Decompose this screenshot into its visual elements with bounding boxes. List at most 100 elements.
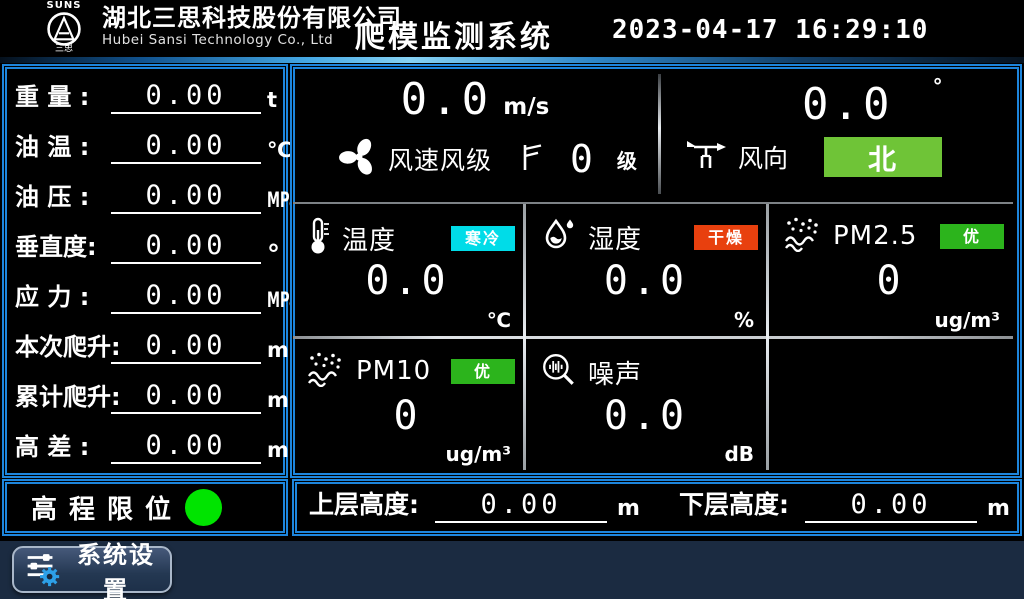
row-value: 0.00 xyxy=(111,430,261,464)
wind-direction-readout: 0.0 ° xyxy=(802,74,943,130)
row-unit: m xyxy=(267,338,289,362)
lower-height-unit: m xyxy=(987,496,1010,521)
company-logo: SUNS 三思 xyxy=(28,1,100,57)
humidity-status-badge: 干燥 xyxy=(694,225,758,250)
temperature-status-badge: 寒冷 xyxy=(451,226,515,251)
wind-speed-readout: 0.0 m/s xyxy=(292,74,658,125)
row-oil-temp: 油 温 : 0.00 ℃ xyxy=(11,121,279,171)
wind-direction-label: 风向 xyxy=(738,139,788,175)
thermometer-icon xyxy=(306,216,332,260)
noise-label: 噪声 xyxy=(588,354,642,391)
wind-direction-unit: ° xyxy=(933,74,943,98)
noise-meter-icon xyxy=(540,351,578,393)
row-value: 0.00 xyxy=(111,380,261,414)
temperature-cell: 温度 寒冷 0.0 ℃ xyxy=(292,204,523,336)
pm25-unit: ug/m³ xyxy=(935,308,1000,332)
status-light-green xyxy=(185,489,222,526)
layer-heights-row: 上层高度: 0.00 m 下层高度: 0.00 m xyxy=(297,484,1017,531)
upper-height-label: 上层高度: xyxy=(309,485,419,521)
row-height-diff: 高 差 : 0.00 m xyxy=(11,421,279,471)
wind-vane-icon xyxy=(684,136,730,178)
humidity-cell: 湿度 干燥 0.0 % xyxy=(526,204,766,336)
settings-button-label: 系统设置 xyxy=(68,535,164,599)
particles-icon xyxy=(306,351,346,391)
wind-direction-button[interactable]: 北 xyxy=(824,137,942,177)
pm25-label: PM2.5 xyxy=(833,221,917,251)
logo-cn-text: 三思 xyxy=(28,45,100,54)
droplet-icon xyxy=(540,216,578,258)
row-label: 油 温 : xyxy=(15,127,89,162)
humidity-cell-header: 湿度 干燥 xyxy=(540,216,758,258)
header: SUNS 三思 湖北三思科技股份有限公司 Hubei Sansi Technol… xyxy=(0,0,1024,57)
pm10-cell-header: PM10 优 xyxy=(306,351,515,391)
pm25-cell: PM2.5 优 0 ug/m³ xyxy=(769,204,1012,336)
humidity-value: 0.0 xyxy=(526,258,766,304)
measurement-rows: 重 量 : 0.00 t 油 温 : 0.00 ℃ 油 压 : 0.00 MPa… xyxy=(11,71,279,471)
elevation-limit-box: 高程限位 xyxy=(2,479,288,536)
temperature-value: 0.0 xyxy=(292,258,523,304)
row-label: 累计爬升: xyxy=(15,377,121,412)
system-settings-button[interactable]: 系统设置 xyxy=(12,546,172,593)
measurement-panel: 重 量 : 0.00 t 油 温 : 0.00 ℃ 油 压 : 0.00 MPa… xyxy=(2,64,288,478)
row-unit: ° xyxy=(267,248,280,262)
wind-direction-value: 0.0 xyxy=(802,79,893,130)
upper-height-group: 上层高度: 0.00 m xyxy=(309,484,649,531)
wind-speed-value: 0.0 xyxy=(401,74,492,125)
row-unit: t xyxy=(267,88,277,112)
row-label: 高 差 : xyxy=(15,427,89,462)
noise-unit: dB xyxy=(724,442,754,466)
upper-height-unit: m xyxy=(617,496,640,521)
particles-icon xyxy=(783,216,823,256)
humidity-label: 湿度 xyxy=(588,219,642,256)
logo-suns-text: SUNS xyxy=(28,1,100,11)
pm10-cell: PM10 优 0 ug/m³ xyxy=(292,339,523,470)
lower-height-value: 0.00 xyxy=(805,489,977,523)
temperature-unit: ℃ xyxy=(487,308,511,332)
noise-cell: 噪声 0.0 dB xyxy=(526,339,766,470)
wind-direction-row: 风向 北 xyxy=(684,136,942,178)
wind-speed-label: 风速风级 xyxy=(388,141,492,177)
row-label: 垂直度: xyxy=(15,227,97,262)
humidity-unit: % xyxy=(734,308,754,332)
noise-value: 0.0 xyxy=(526,393,766,439)
layer-heights-box: 上层高度: 0.00 m 下层高度: 0.00 m xyxy=(292,479,1022,536)
elevation-limit-row: 高程限位 xyxy=(7,484,283,531)
suns-logo-icon xyxy=(28,11,100,47)
row-verticality: 垂直度: 0.00 ° xyxy=(11,221,279,271)
pm10-value: 0 xyxy=(292,393,523,439)
row-value: 0.00 xyxy=(111,80,261,114)
row-total-climb: 累计爬升: 0.00 m xyxy=(11,371,279,421)
lower-height-group: 下层高度: 0.00 m xyxy=(679,484,1019,531)
pm10-unit: ug/m³ xyxy=(446,442,511,466)
row-current-climb: 本次爬升: 0.00 m xyxy=(11,321,279,371)
pm25-status-badge: 优 xyxy=(940,224,1004,249)
pm10-status-badge: 优 xyxy=(451,359,515,384)
wind-level-unit: 级 xyxy=(617,145,637,174)
wind-speed-section: 0.0 m/s 风速风级 xyxy=(292,66,658,198)
wind-level-readout: 风速风级 0 级 xyxy=(338,136,637,182)
row-value: 0.00 xyxy=(111,330,261,364)
header-separator xyxy=(0,57,1024,63)
settings-sliders-gear-icon xyxy=(20,547,62,593)
pm10-label: PM10 xyxy=(356,356,431,386)
row-unit: ℃ xyxy=(267,138,292,162)
temperature-cell-header: 温度 寒冷 xyxy=(306,216,515,260)
climbing-formwork-monitor-screen: SUNS 三思 湖北三思科技股份有限公司 Hubei Sansi Technol… xyxy=(0,0,1024,599)
wind-section-divider xyxy=(658,74,661,194)
row-unit: m xyxy=(267,438,289,462)
environment-panel: 0.0 m/s 风速风级 xyxy=(290,64,1022,478)
elevation-limit-label: 高程限位 xyxy=(31,489,183,526)
row-value: 0.00 xyxy=(111,180,261,214)
row-oil-pressure: 油 压 : 0.00 MPa xyxy=(11,171,279,221)
upper-height-value: 0.00 xyxy=(435,489,607,523)
row-label: 重 量 : xyxy=(15,77,89,112)
pm25-cell-header: PM2.5 优 xyxy=(783,216,1004,256)
datetime-display: 2023-04-17 16:29:10 xyxy=(612,15,928,45)
row-value: 0.00 xyxy=(111,280,261,314)
wind-level-value: 0 xyxy=(570,137,593,181)
page-title: 爬模监测系统 xyxy=(355,12,553,56)
wind-speed-unit: m/s xyxy=(503,94,549,120)
pm25-value: 0 xyxy=(769,258,1012,304)
wind-level-icon xyxy=(520,140,544,178)
row-label: 应 力 : xyxy=(15,277,89,312)
